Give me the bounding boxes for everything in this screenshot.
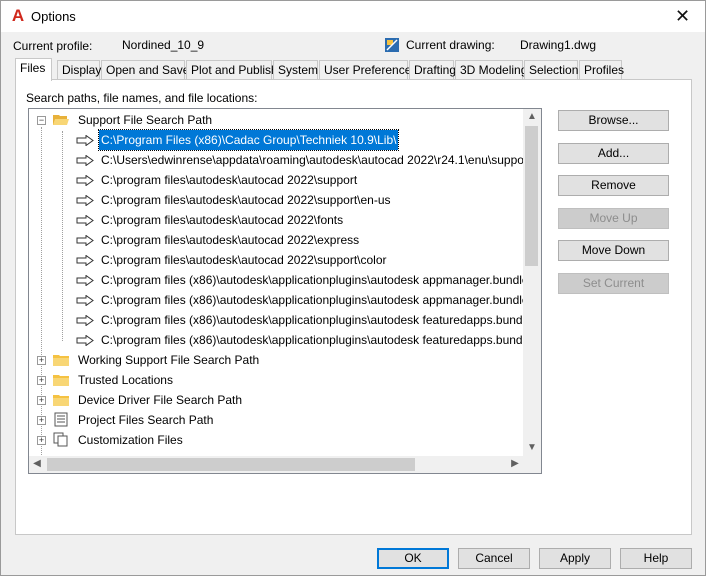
folder-open-icon (53, 115, 69, 125)
folder-icon (53, 395, 69, 406)
path-text: C:\program files\autodesk\autocad 2022\s… (101, 253, 387, 267)
expand-toggle[interactable]: + (37, 356, 46, 365)
apply-button[interactable]: Apply (539, 548, 611, 569)
tab-3d-modeling[interactable]: 3D Modeling (455, 60, 527, 80)
path-row[interactable]: C:\program files\autodesk\autocad 2022\f… (29, 210, 523, 230)
current-drawing-label: Current drawing: (406, 38, 495, 52)
path-text: C:\program files (x86)\autodesk\applicat… (101, 293, 542, 307)
tree-node-label: Trusted Locations (78, 373, 173, 387)
collapse-toggle[interactable]: − (37, 116, 46, 125)
path-row[interactable]: C:\program files\autodesk\autocad 2022\e… (29, 230, 523, 250)
path-row[interactable]: C:\program files\autodesk\autocad 2022\s… (29, 250, 523, 270)
path-text: C:\program files\autodesk\autocad 2022\s… (101, 173, 358, 187)
path-row[interactable]: C:\program files\autodesk\autocad 2022\s… (29, 190, 523, 210)
arrow-right-icon (76, 155, 94, 166)
expand-toggle[interactable]: + (37, 436, 46, 445)
path-row[interactable]: C:\Program Files (x86)\Cadac Group\Techn… (29, 129, 523, 151)
path-text-selected: C:\Program Files (x86)\Cadac Group\Techn… (97, 129, 400, 151)
tree-node-label: Device Driver File Search Path (78, 393, 243, 407)
scroll-left-arrow-icon[interactable]: ◀ (31, 458, 43, 469)
tab-open-and-save[interactable]: Open and Save (101, 60, 189, 80)
add-button[interactable]: Add... (558, 143, 669, 164)
path-text: C:\program files (x86)\autodesk\applicat… (101, 313, 542, 327)
autocad-icon: A (11, 6, 25, 25)
window-title: Options (31, 9, 76, 24)
tab-profiles[interactable]: Profiles (579, 60, 624, 80)
arrow-right-icon (76, 195, 94, 206)
path-text: C:\program files\autodesk\autocad 2022\f… (101, 213, 344, 227)
tree-node-device-driver-file-search-path[interactable]: + Device Driver File Search Path (29, 390, 523, 410)
vertical-scroll-thumb[interactable] (525, 126, 538, 266)
horizontal-scroll-thumb[interactable] (47, 458, 415, 471)
path-text: C:\Users\edwinrense\appdata\roaming\auto… (101, 153, 532, 167)
tab-selection[interactable]: Selection (524, 60, 578, 80)
remove-button[interactable]: Remove (558, 175, 669, 196)
arrow-right-icon (76, 235, 94, 246)
path-row[interactable]: C:\Users\edwinrense\appdata\roaming\auto… (29, 150, 531, 170)
path-text: C:\program files\autodesk\autocad 2022\s… (101, 193, 391, 207)
scroll-right-arrow-icon[interactable]: ▶ (509, 458, 521, 469)
cancel-button[interactable]: Cancel (458, 548, 530, 569)
tree-node-label: Project Files Search Path (78, 413, 214, 427)
path-text: C:\program files (x86)\autodesk\applicat… (101, 333, 542, 347)
folder-icon (53, 375, 69, 386)
tree-node-label: Customization Files (78, 433, 183, 447)
move-up-button[interactable]: Move Up (558, 208, 669, 229)
title-bar: A Options ✕ (1, 1, 705, 32)
current-profile-label: Current profile: (13, 39, 93, 53)
path-row[interactable]: C:\program files\autodesk\autocad 2022\s… (29, 170, 523, 190)
customization-files-icon (53, 432, 68, 447)
move-down-button[interactable]: Move Down (558, 240, 669, 261)
expand-toggle[interactable]: + (37, 396, 46, 405)
tab-display[interactable]: Display (57, 60, 101, 80)
close-button[interactable]: ✕ (660, 1, 705, 32)
arrow-right-icon (76, 135, 94, 146)
tab-plot-and-publish[interactable]: Plot and Publish (186, 60, 278, 80)
arrow-right-icon (76, 255, 94, 266)
expand-toggle[interactable]: + (37, 416, 46, 425)
tab-drafting[interactable]: Drafting (409, 60, 456, 80)
tab-user-preferences[interactable]: User Preferences (319, 60, 417, 80)
tab-system[interactable]: System (273, 60, 318, 80)
path-text: C:\program files (x86)\autodesk\applicat… (101, 273, 542, 287)
arrow-right-icon (76, 275, 94, 286)
file-locations-tree[interactable]: − Support File Search Path C:\Program Fi… (28, 108, 542, 474)
drawing-icon (385, 38, 399, 52)
expand-toggle[interactable]: + (37, 376, 46, 385)
tree-node-support-file-search-path[interactable]: − Support File Search Path (29, 110, 523, 130)
tree-node-trusted-locations[interactable]: + Trusted Locations (29, 370, 523, 390)
tab-files[interactable]: Files (15, 58, 52, 81)
arrow-right-icon (76, 215, 94, 226)
tree-node-working-support-file-search-path[interactable]: + Working Support File Search Path (29, 350, 523, 370)
tree-node-customization-files[interactable]: + Customization Files (29, 430, 523, 450)
folder-icon (53, 355, 69, 366)
arrow-right-icon (76, 175, 94, 186)
scroll-down-arrow-icon[interactable]: ▼ (523, 442, 541, 453)
path-text: C:\program files\autodesk\autocad 2022\e… (101, 233, 360, 247)
current-drawing-value: Drawing1.dwg (520, 38, 597, 52)
search-paths-label: Search paths, file names, and file locat… (26, 91, 258, 105)
path-row[interactable]: C:\program files (x86)\autodesk\applicat… (29, 290, 541, 310)
tree-node-project-files-search-path[interactable]: + Project Files Search Path (29, 410, 523, 430)
arrow-right-icon (76, 335, 94, 346)
ok-button[interactable]: OK (377, 548, 449, 569)
tree-node-label: Working Support File Search Path (78, 353, 260, 367)
path-row[interactable]: C:\program files (x86)\autodesk\applicat… (29, 310, 541, 330)
scrollbar-corner (523, 456, 541, 473)
arrow-right-icon (76, 295, 94, 306)
help-button[interactable]: Help (620, 548, 692, 569)
arrow-right-icon (76, 315, 94, 326)
project-file-icon (54, 412, 68, 427)
path-row[interactable]: C:\program files (x86)\autodesk\applicat… (29, 270, 541, 290)
scroll-up-arrow-icon[interactable]: ▲ (523, 111, 541, 122)
tree-node-label: Support File Search Path (78, 113, 213, 127)
set-current-button[interactable]: Set Current (558, 273, 669, 294)
options-dialog: A Options ✕ Current profile: Nordined_10… (0, 0, 706, 576)
browse-button[interactable]: Browse... (558, 110, 669, 131)
path-row[interactable]: C:\program files (x86)\autodesk\applicat… (29, 330, 541, 350)
current-profile-value: Nordined_10_9 (122, 38, 205, 52)
